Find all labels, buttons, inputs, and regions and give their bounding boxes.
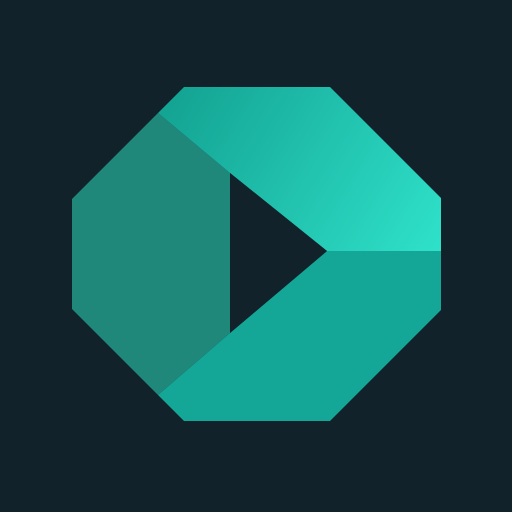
play-logo-icon: [0, 0, 512, 512]
app-icon-canvas: [0, 0, 512, 512]
